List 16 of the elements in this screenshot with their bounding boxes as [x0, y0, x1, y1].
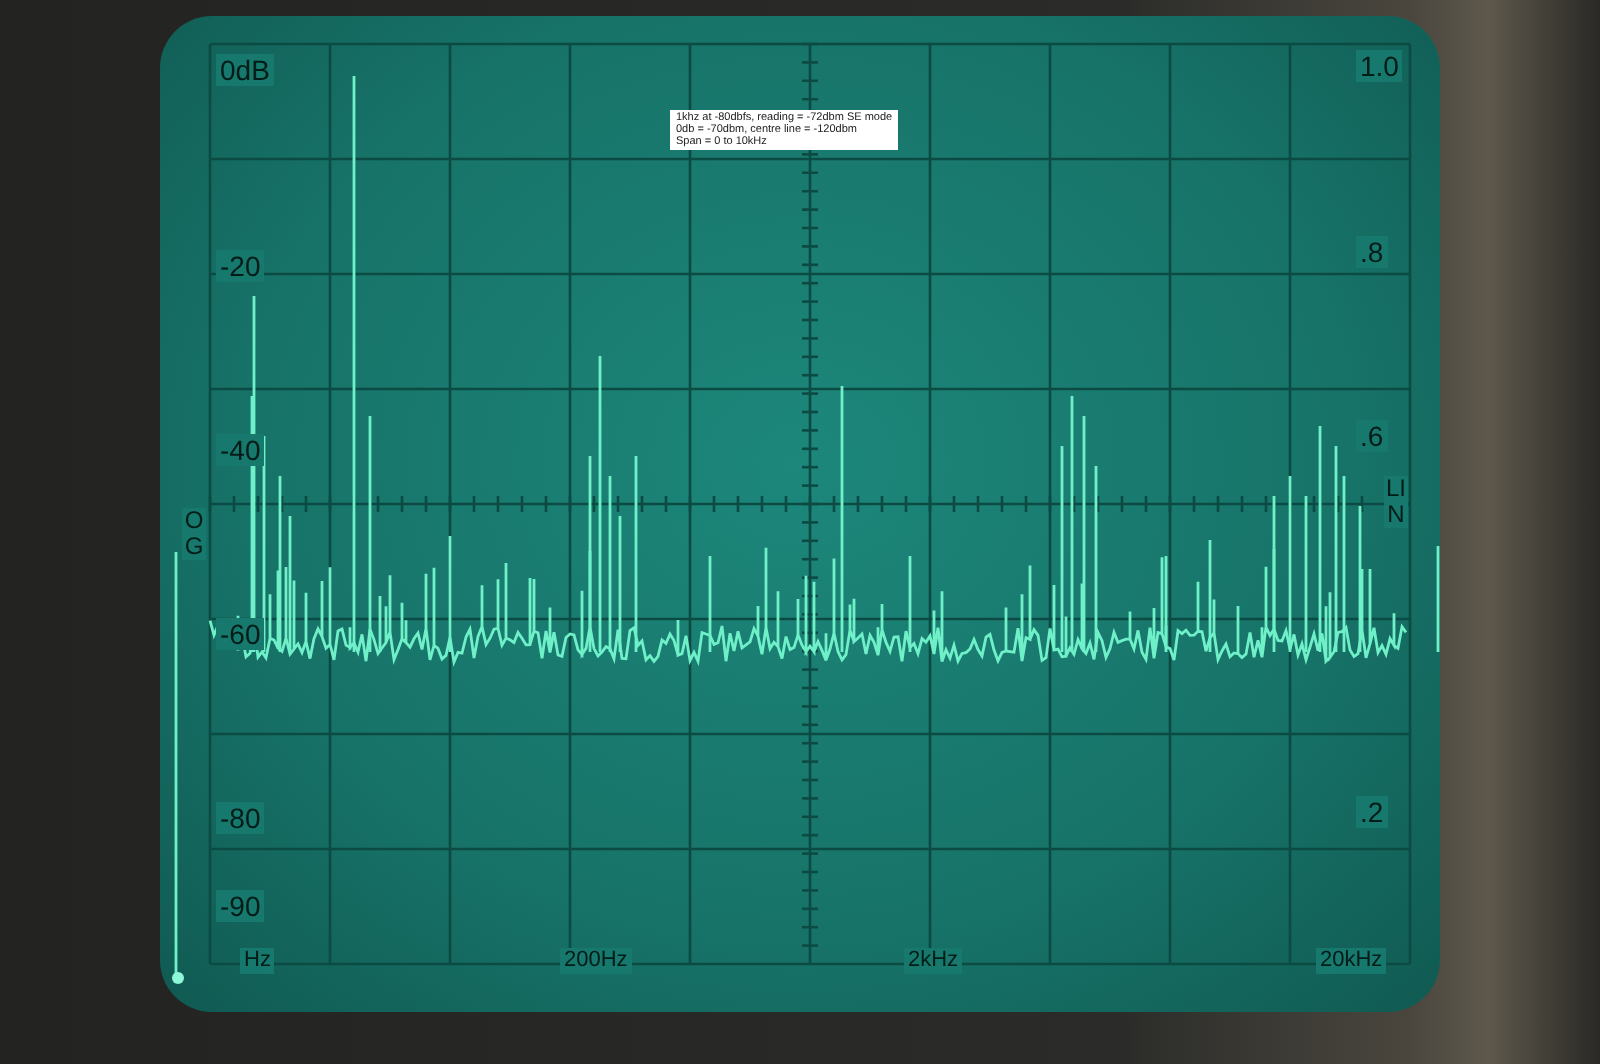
log-mode-label: OG	[182, 508, 206, 561]
linear-scale-label: 1.0	[1356, 50, 1403, 82]
frequency-label: 2kHz	[904, 948, 963, 974]
linear-scale-label: .2	[1356, 796, 1388, 828]
linear-scale-label: .6	[1356, 420, 1388, 452]
linear-scale-label: .8	[1356, 236, 1388, 268]
frequency-label: Hz	[240, 948, 275, 974]
db-scale-label: 0dB	[216, 54, 274, 86]
db-scale-label: -20	[216, 250, 265, 282]
lin-mode-label: LIN	[1384, 476, 1408, 529]
db-scale-label: -40	[216, 434, 265, 466]
frequency-label: 20kHz	[1316, 948, 1387, 974]
frequency-label: 200Hz	[560, 948, 632, 974]
db-scale-label: -90	[216, 890, 265, 922]
db-scale-label: -80	[216, 802, 265, 834]
db-scale-label: -60	[216, 618, 265, 650]
